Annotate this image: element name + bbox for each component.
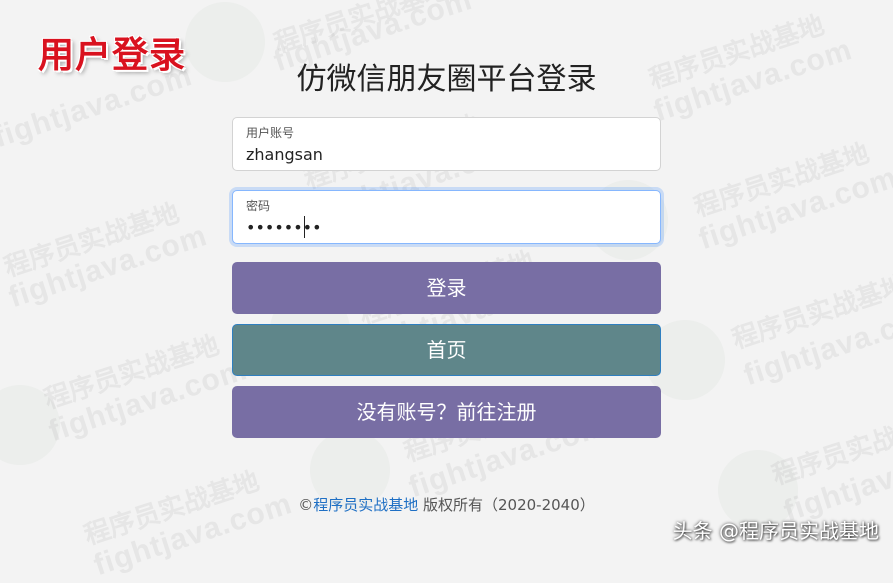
watermark-text: 程序员实战基地 — [270, 0, 453, 59]
watermark-text: 程序员实战基地 — [768, 405, 893, 491]
watermark-text: 程序员实战基地 — [40, 329, 223, 415]
register-button[interactable]: 没有账号？前往注册 — [232, 386, 661, 438]
home-button[interactable]: 首页 — [232, 324, 661, 376]
password-field[interactable]: 密码 — [232, 190, 661, 244]
source-watermark: 头条 @程序员实战基地 — [672, 519, 879, 543]
copyright-text: 版权所有（2020-2040） — [418, 496, 595, 514]
watermark-text: fightjava.com — [44, 352, 252, 449]
copyright-symbol: © — [298, 496, 314, 514]
watermark-text: fightjava.com — [694, 160, 893, 257]
watermark-logo — [0, 385, 60, 465]
footer-link[interactable]: 程序员实战基地 — [313, 496, 418, 514]
username-label: 用户账号 — [246, 126, 295, 140]
watermark-text: 程序员实战基地 — [690, 137, 873, 223]
watermark-text: 程序员实战基地 — [728, 269, 893, 355]
watermark-text: 程序员实战基地 — [0, 197, 183, 283]
username-field[interactable]: 用户账号 — [232, 117, 661, 171]
watermark-text: fightjava.com — [739, 296, 893, 393]
username-input[interactable] — [246, 143, 646, 165]
text-caret — [304, 216, 305, 238]
watermark-text: fightjava.com — [4, 218, 212, 315]
password-input[interactable] — [246, 216, 646, 238]
footer-copyright: ©程序员实战基地 版权所有（2020-2040） — [0, 494, 893, 515]
page-title: 仿微信朋友圈平台登录 — [296, 62, 597, 97]
login-button[interactable]: 登录 — [232, 262, 661, 314]
password-label: 密码 — [246, 199, 271, 213]
